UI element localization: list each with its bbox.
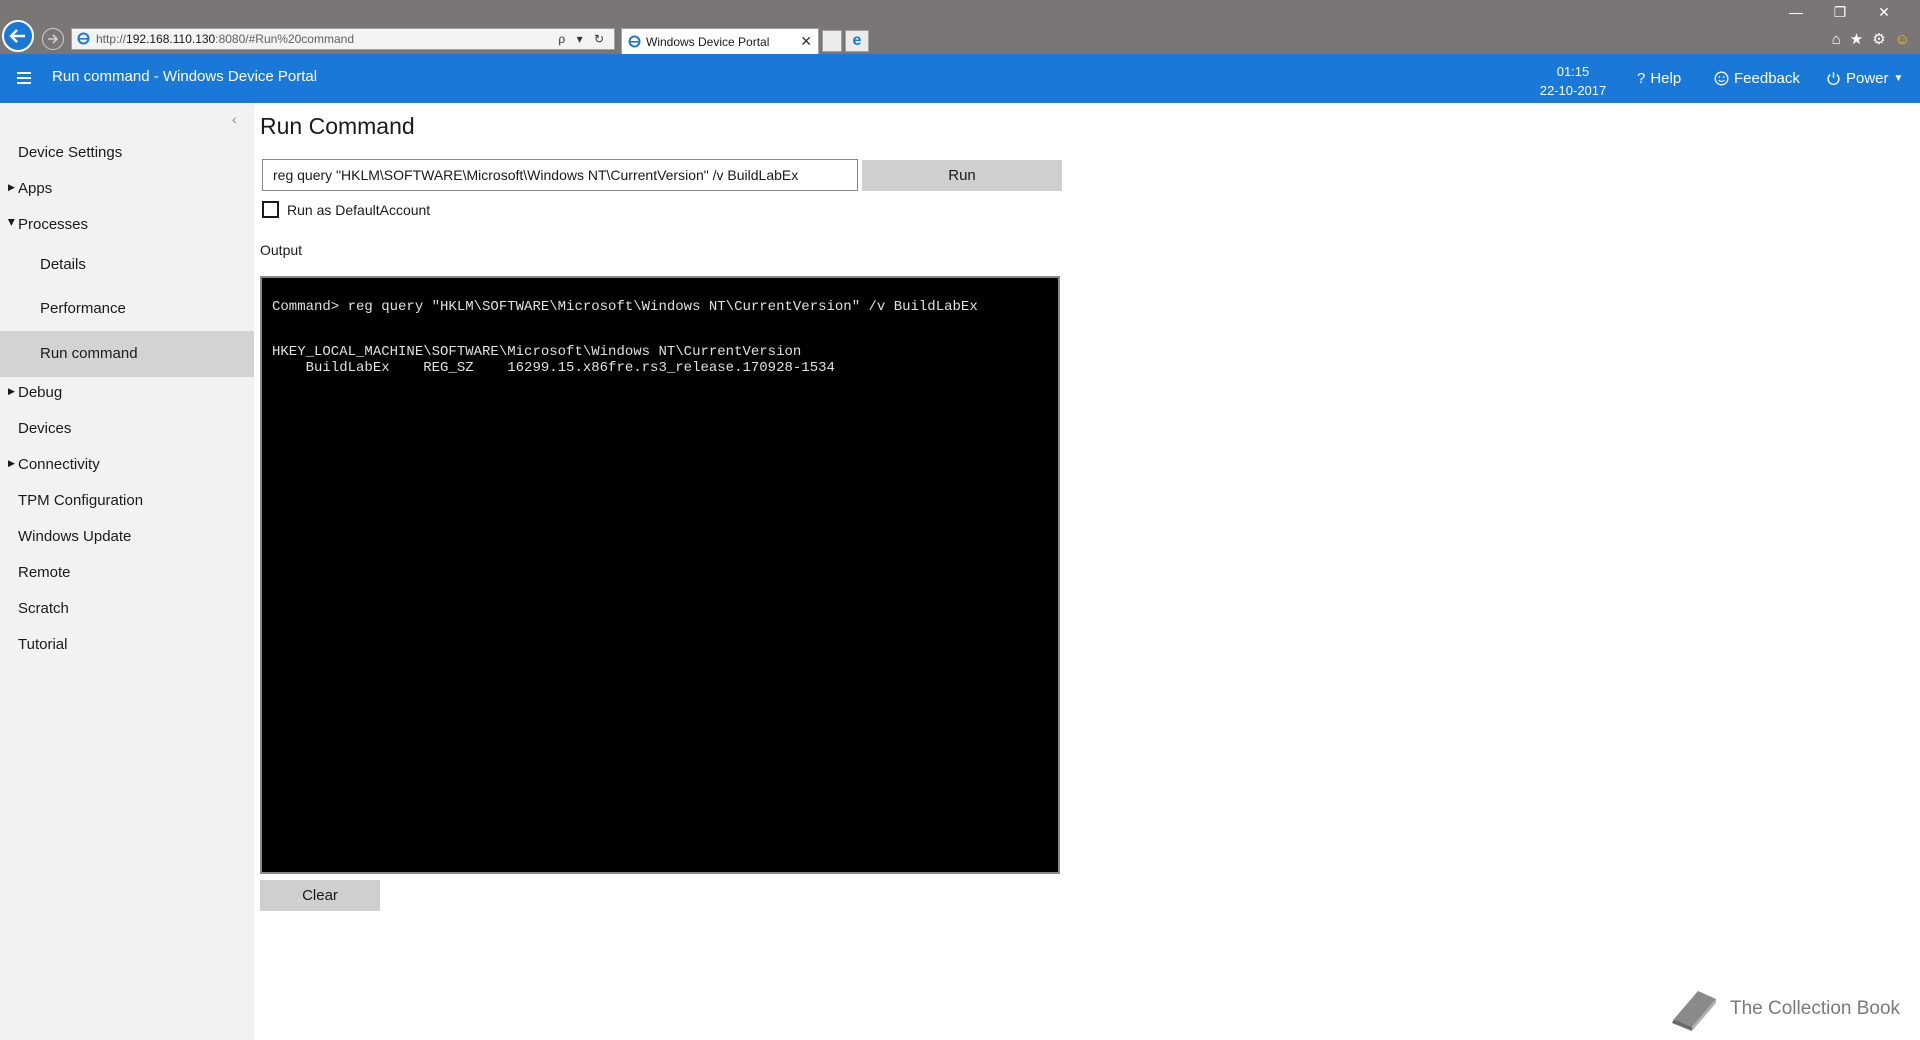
app-header: Run command - Windows Device Portal 01:1… (0, 54, 1920, 103)
help-button[interactable]: ? Help (1637, 70, 1681, 87)
checkbox-label: Run as DefaultAccount (287, 201, 431, 218)
sidebar-item-run-command[interactable]: Run command (0, 331, 254, 377)
sidebar-item-label: Windows Update (18, 528, 132, 545)
collapse-sidebar-icon[interactable]: ‹ (232, 111, 237, 127)
book-icon (1672, 991, 1716, 1031)
home-icon[interactable]: ⌂ (1832, 31, 1841, 48)
sidebar-item-label: Apps (18, 180, 53, 197)
output-label: Output (260, 242, 303, 258)
clear-button[interactable]: Clear (260, 880, 380, 911)
sidebar-item-label: Remote (18, 564, 71, 581)
sidebar-item-label: Performance (40, 300, 126, 317)
expand-arrow-icon: ▶ (8, 182, 15, 192)
browser-tab[interactable]: Windows Device Portal ✕ (621, 28, 819, 54)
new-tab-button[interactable] (822, 30, 842, 52)
sidebar-item-windows-update[interactable]: Windows Update (0, 517, 254, 557)
sidebar-item-label: Run command (40, 345, 138, 362)
address-bar[interactable]: http://192.168.110.130:8080/#Run%20comma… (71, 28, 615, 50)
clock-date: 22-10-2017 (1539, 83, 1607, 98)
sidebar-item-label: Connectivity (18, 456, 100, 473)
output-console[interactable]: Command> reg query "HKLM\SOFTWARE\Micros… (260, 276, 1060, 874)
close-window-icon[interactable]: ✕ (1862, 4, 1906, 21)
url-text: http://192.168.110.130:8080/#Run%20comma… (96, 32, 354, 46)
smiley-icon (1714, 71, 1729, 86)
sidebar-item-label: Processes (18, 216, 89, 233)
sidebar-item-label: Devices (18, 420, 72, 437)
output-line: BuildLabEx REG_SZ 16299.15.x86fre.rs3_re… (272, 360, 835, 376)
sidebar: ‹ Device Settings ▶ Apps ▶ Processes Det… (0, 103, 254, 1040)
forward-arrow-icon (48, 34, 59, 44)
edge-icon[interactable]: e (845, 30, 869, 52)
tab-title: Windows Device Portal (646, 35, 770, 49)
back-button[interactable] (2, 20, 34, 52)
settings-gear-icon[interactable]: ⚙ (1872, 30, 1885, 48)
run-as-default-checkbox[interactable] (262, 201, 279, 218)
sidebar-item-label: Scratch (18, 600, 69, 617)
sidebar-item-remote[interactable]: Remote (0, 553, 254, 593)
power-label: Power (1846, 70, 1889, 87)
help-label: Help (1650, 70, 1682, 87)
output-line: Command> reg query "HKLM\SOFTWARE\Micros… (272, 299, 978, 315)
feedback-label: Feedback (1734, 70, 1800, 87)
sidebar-item-label: Tutorial (18, 636, 68, 653)
window-controls: — ❐ ✕ (1774, 4, 1906, 21)
power-button[interactable]: Power ▼ (1826, 70, 1903, 87)
sidebar-item-debug[interactable]: ▶ Debug (0, 373, 254, 413)
expand-arrow-icon: ▶ (8, 458, 15, 468)
sidebar-item-device-settings[interactable]: Device Settings (0, 133, 254, 173)
clock-time: 01:15 (1556, 64, 1590, 79)
expanded-arrow-icon: ▶ (6, 219, 17, 226)
page-title: Run Command (260, 113, 415, 139)
sidebar-item-processes[interactable]: ▶ Processes (0, 205, 254, 245)
ie-tab-icon (628, 35, 641, 48)
favorites-star-icon[interactable]: ★ (1850, 30, 1863, 48)
sidebar-item-tutorial[interactable]: Tutorial (0, 625, 254, 665)
power-icon (1827, 72, 1840, 86)
tab-close-icon[interactable]: ✕ (800, 33, 812, 50)
watermark-text: The Collection Book (1730, 998, 1901, 1019)
sidebar-item-label: Details (40, 256, 86, 273)
clock: 01:15 22-10-2017 (1528, 62, 1618, 100)
chevron-down-icon: ▼ (1893, 73, 1904, 84)
sidebar-item-apps[interactable]: ▶ Apps (0, 169, 254, 209)
expand-arrow-icon: ▶ (8, 386, 15, 396)
sidebar-item-devices[interactable]: Devices (0, 409, 254, 449)
sidebar-item-tpm-configuration[interactable]: TPM Configuration (0, 481, 254, 521)
browser-toolbar-icons: ⌂ ★ ⚙ ☺ (1823, 30, 1910, 48)
forward-button[interactable] (42, 28, 64, 50)
sidebar-item-label: Debug (18, 384, 63, 401)
feedback-button[interactable]: Feedback (1714, 70, 1800, 87)
watermark: The Collection Book (1668, 987, 1900, 1031)
hamburger-menu-icon[interactable] (17, 72, 31, 87)
sidebar-item-scratch[interactable]: Scratch (0, 589, 254, 629)
address-tools-icons[interactable]: ρ ▾ ↻ (558, 29, 608, 49)
minimize-icon[interactable]: — (1774, 4, 1818, 20)
sidebar-item-connectivity[interactable]: ▶ Connectivity (0, 445, 254, 485)
smiley-feedback-icon[interactable]: ☺ (1895, 31, 1910, 48)
sidebar-item-label: Device Settings (18, 144, 123, 161)
command-input[interactable] (262, 159, 858, 191)
sidebar-item-details[interactable]: Details (0, 245, 254, 285)
restore-icon[interactable]: ❐ (1818, 4, 1862, 21)
run-button[interactable]: Run (862, 160, 1062, 191)
back-arrow-icon (9, 29, 25, 43)
sidebar-item-label: TPM Configuration (18, 492, 144, 509)
ie-icon (77, 32, 90, 45)
sidebar-item-performance[interactable]: Performance (0, 289, 254, 329)
output-line: HKEY_LOCAL_MACHINE\SOFTWARE\Microsoft\Wi… (272, 344, 802, 360)
browser-chrome: http://192.168.110.130:8080/#Run%20comma… (0, 0, 1920, 54)
question-mark-icon: ? (1637, 70, 1646, 87)
run-as-default-account[interactable]: Run as DefaultAccount (262, 201, 430, 218)
app-title: Run command - Windows Device Portal (52, 68, 318, 85)
